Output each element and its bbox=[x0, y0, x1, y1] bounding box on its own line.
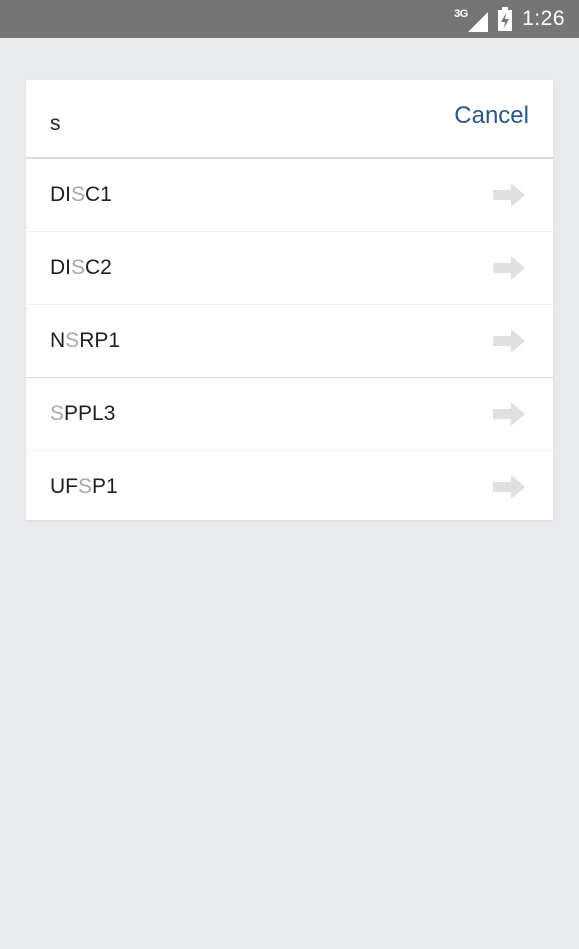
cancel-button[interactable]: Cancel bbox=[454, 102, 529, 130]
arrow-right-icon[interactable] bbox=[493, 183, 525, 207]
arrow-right-icon[interactable] bbox=[493, 256, 525, 280]
result-label: DISC1 bbox=[50, 183, 112, 206]
match-highlight: S bbox=[78, 475, 93, 498]
status-bar: 3G 1:26 bbox=[0, 0, 579, 38]
signal-icon bbox=[468, 12, 489, 32]
search-bar: Cancel bbox=[26, 80, 553, 159]
status-clock: 1:26 bbox=[522, 7, 565, 30]
network-type-label: 3G bbox=[454, 8, 468, 20]
arrow-right-icon[interactable] bbox=[493, 475, 525, 499]
result-label: SPPL3 bbox=[50, 402, 116, 425]
result-item[interactable]: NSRP1 bbox=[26, 305, 553, 378]
result-label: NSRP1 bbox=[50, 329, 121, 352]
match-highlight: S bbox=[65, 329, 80, 352]
search-input[interactable] bbox=[50, 104, 430, 144]
result-label: UFSP1 bbox=[50, 475, 118, 498]
result-item[interactable]: UFSP1 bbox=[26, 451, 553, 523]
signal-indicator: 3G bbox=[454, 6, 489, 32]
search-results-list: DISC1 DISC2 NSRP1 SPPL3 UFSP1 bbox=[26, 159, 553, 523]
match-highlight: S bbox=[71, 256, 86, 279]
search-panel: Cancel DISC1 DISC2 NSRP1 SPPL3 UFSP1 bbox=[26, 80, 553, 520]
battery-charging-icon bbox=[498, 7, 513, 31]
result-item[interactable]: SPPL3 bbox=[26, 378, 553, 451]
arrow-right-icon[interactable] bbox=[493, 402, 525, 426]
result-item[interactable]: DISC1 bbox=[26, 159, 553, 232]
result-item[interactable]: DISC2 bbox=[26, 232, 553, 305]
match-highlight: S bbox=[50, 402, 65, 425]
result-label: DISC2 bbox=[50, 256, 112, 279]
status-icons: 3G 1:26 bbox=[454, 0, 565, 38]
match-highlight: S bbox=[71, 183, 86, 206]
arrow-right-icon[interactable] bbox=[493, 329, 525, 353]
